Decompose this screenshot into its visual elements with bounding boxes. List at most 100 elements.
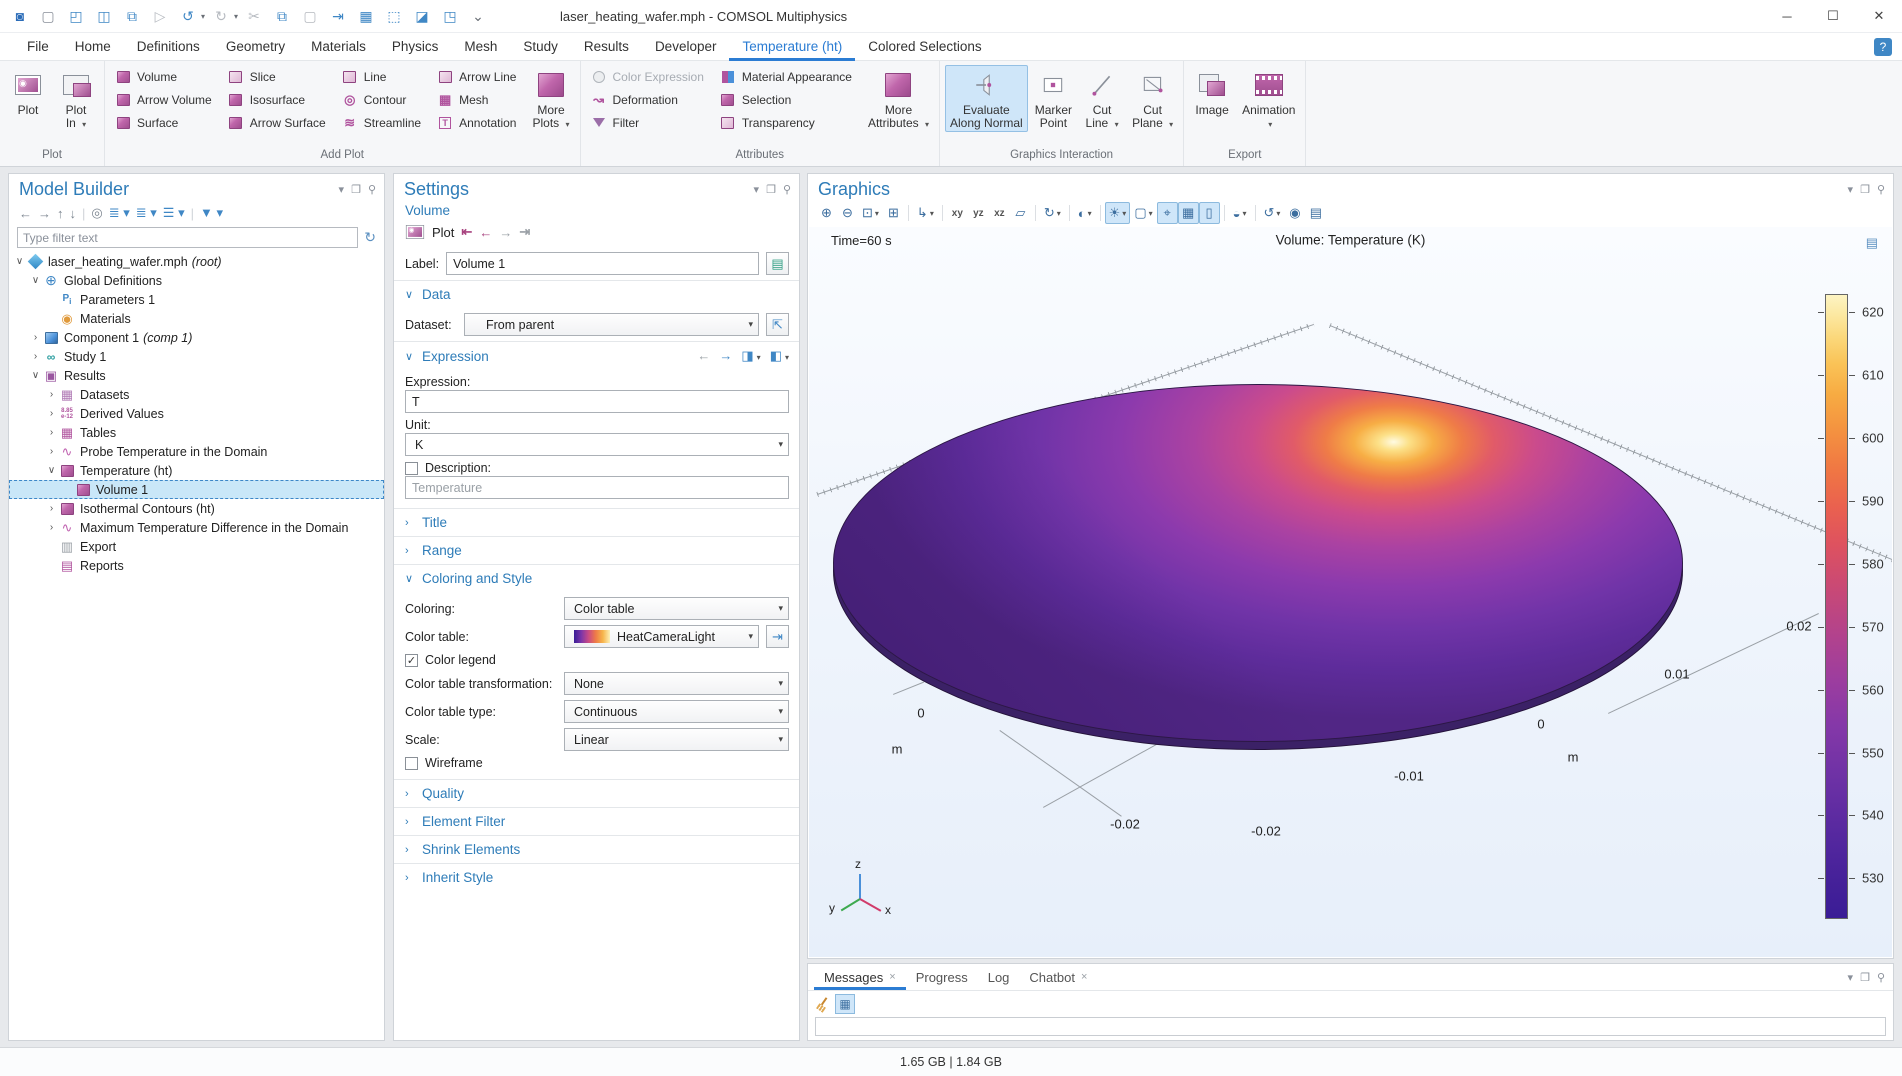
ribbon-button-arrow-volume[interactable]: Arrow Volume — [110, 88, 221, 111]
expander-icon[interactable]: › — [45, 522, 58, 533]
tree-item-materials[interactable]: ◉Materials — [9, 309, 384, 328]
ribbon-tab-developer[interactable]: Developer — [642, 33, 730, 61]
paste-icon[interactable]: ▢ — [298, 4, 322, 28]
ribbon-button-transparency[interactable]: Transparency — [715, 111, 861, 134]
collapse-all-icon[interactable]: ≣ ▾ — [136, 205, 157, 221]
last-solution-icon[interactable]: ⇥ — [519, 224, 530, 240]
ribbon-button-cut-plane[interactable]: CutPlane ▾ — [1127, 65, 1178, 133]
cut-icon[interactable]: ✂ — [242, 4, 266, 28]
ribbon-tab-file[interactable]: File — [14, 33, 62, 61]
ribbon-tab-physics[interactable]: Physics — [379, 33, 452, 61]
maximize-button[interactable]: ☐ — [1810, 0, 1856, 32]
panel-menu-icon[interactable]: ▾ — [754, 183, 760, 196]
ribbon-button-streamline[interactable]: ≋Streamline — [337, 111, 430, 134]
ribbon-button-selection[interactable]: Selection — [715, 88, 861, 111]
snapshot-icon[interactable]: ◉ — [1284, 202, 1305, 224]
tree-item-maximum-temperature-difference-in-the-domain[interactable]: ›∿Maximum Temperature Difference in the … — [9, 518, 384, 537]
ribbon-tab-materials[interactable]: Materials — [298, 33, 379, 61]
plot-context-icon[interactable]: ▤ — [1866, 235, 1878, 251]
tree-item-global-definitions[interactable]: ∨⊕Global Definitions — [9, 271, 384, 290]
add-color-table-button[interactable]: ⇥ — [766, 625, 789, 648]
ribbon-tab-results[interactable]: Results — [571, 33, 642, 61]
expression-input[interactable]: T — [405, 390, 789, 413]
ribbon-button-deformation[interactable]: ↝Deformation — [586, 88, 713, 111]
show-icon[interactable]: ◎ — [91, 205, 102, 221]
section-expression[interactable]: ∨Expression ← → ◨▾ ◧▾ — [394, 342, 799, 370]
float-panel-icon[interactable]: ❐ — [766, 183, 776, 196]
ribbon-button-material-appearance[interactable]: Material Appearance — [715, 65, 861, 88]
plot-button[interactable]: Plot — [432, 225, 454, 240]
go-to-default-view-icon[interactable]: ↳▾ — [913, 202, 938, 224]
projection-icon[interactable]: ▱ — [1010, 202, 1031, 224]
insert-expression-icon[interactable]: ◧▾ — [770, 348, 789, 364]
ribbon-button-volume[interactable]: Volume — [110, 65, 221, 88]
panel-menu-icon[interactable]: ▾ — [1848, 971, 1854, 984]
section-quality[interactable]: ›Quality — [394, 780, 799, 807]
tree-item-probe-temperature-in-the-domain[interactable]: ›∿Probe Temperature in the Domain — [9, 442, 384, 461]
ribbon-button-arrow-surface[interactable]: Arrow Surface — [223, 111, 335, 134]
ribbon-button-annotation[interactable]: TAnnotation — [432, 111, 525, 134]
scene-light-icon[interactable]: ☀▾ — [1105, 202, 1131, 224]
ribbon-button-isosurface[interactable]: Isosurface — [223, 88, 335, 111]
description-checkbox[interactable] — [405, 462, 418, 475]
open-file-icon[interactable]: ◰ — [64, 4, 88, 28]
tree-item-volume-1[interactable]: Volume 1 — [9, 480, 384, 499]
back-icon[interactable]: ← — [19, 206, 32, 221]
tab-log[interactable]: Log — [978, 964, 1020, 990]
close-button[interactable]: ✕ — [1856, 0, 1902, 32]
tree-item-tables[interactable]: ›▦Tables — [9, 423, 384, 442]
pin-panel-icon[interactable]: ⚲ — [1877, 971, 1885, 984]
ribbon-button-marker-point[interactable]: MarkerPoint — [1030, 65, 1077, 132]
ribbon-button-plot-in[interactable]: PlotIn ▾ — [53, 65, 99, 133]
expander-icon[interactable]: ∨ — [29, 275, 42, 286]
dataset-select[interactable]: From parent — [464, 313, 759, 336]
show-grid-icon[interactable]: ▦ — [1178, 202, 1199, 224]
replace-expression-icon[interactable]: ◨▾ — [741, 348, 760, 364]
ribbon-button-more-plots[interactable]: MorePlots ▾ — [527, 65, 574, 133]
ribbon-button-arrow-line[interactable]: Arrow Line — [432, 65, 525, 88]
expander-icon[interactable]: › — [45, 389, 58, 400]
new-file-icon[interactable]: ▢ — [36, 4, 60, 28]
previous-solution-icon[interactable]: ← — [479, 225, 492, 240]
pin-panel-icon[interactable]: ⚲ — [368, 183, 376, 196]
view-xz-icon[interactable]: xz — [989, 202, 1010, 224]
save-as-icon[interactable]: ⧉ — [120, 4, 144, 28]
go-to-source-button[interactable]: ⇱ — [766, 313, 789, 336]
ribbon-tab-home[interactable]: Home — [62, 33, 124, 61]
undo-caret-icon[interactable]: ▾ — [201, 12, 205, 21]
ribbon-button-contour[interactable]: ◎Contour — [337, 88, 430, 111]
expander-icon[interactable]: › — [45, 503, 58, 514]
color-table-transformation-select[interactable]: None — [564, 672, 789, 695]
section-data[interactable]: ∨Data — [394, 281, 799, 308]
float-panel-icon[interactable]: ❐ — [1860, 971, 1870, 984]
ribbon-button-slice[interactable]: Slice — [223, 65, 335, 88]
copy-icon[interactable]: ⧉ — [270, 4, 294, 28]
ribbon-button-cut-line[interactable]: CutLine ▾ — [1079, 65, 1125, 133]
float-panel-icon[interactable]: ❐ — [1860, 183, 1870, 196]
select-box-icon[interactable]: ⬚ — [382, 4, 406, 28]
table-toggle-icon[interactable]: ▦ — [835, 994, 855, 1014]
minimize-button[interactable]: ─ — [1764, 0, 1810, 32]
tab-messages[interactable]: Messages× — [814, 964, 906, 990]
tree-item-temperature-ht-[interactable]: ∨Temperature (ht) — [9, 461, 384, 480]
tree-item-isothermal-contours-ht-[interactable]: ›Isothermal Contours (ht) — [9, 499, 384, 518]
help-icon[interactable]: ? — [1874, 38, 1892, 56]
expander-icon[interactable]: ∨ — [45, 465, 58, 476]
expander-icon[interactable]: ∨ — [29, 370, 42, 381]
save-icon[interactable]: ◫ — [92, 4, 116, 28]
ribbon-tab-geometry[interactable]: Geometry — [213, 33, 298, 61]
tree-item-parameters-1[interactable]: PiParameters 1 — [9, 290, 384, 309]
zoom-box-icon[interactable]: ⊡▾ — [858, 202, 883, 224]
color-table-select[interactable]: HeatCameraLight — [564, 625, 759, 648]
move-down-icon[interactable]: ↓ — [70, 206, 77, 221]
rotate-view-icon[interactable]: ↻▾ — [1040, 202, 1065, 224]
color-theme-icon[interactable]: ◒▾ — [1229, 202, 1251, 224]
prev-expression-icon[interactable]: ← — [697, 348, 710, 364]
refresh-icon[interactable]: ↻ — [364, 229, 376, 246]
section-inherit-style[interactable]: ›Inherit Style — [394, 864, 799, 891]
forward-icon[interactable]: ▷ — [148, 4, 172, 28]
view-xy-icon[interactable]: xy — [947, 202, 968, 224]
zoom-in-icon[interactable]: ⊕ — [816, 202, 837, 224]
redo-icon[interactable]: ↻ — [209, 4, 233, 28]
ribbon-tab-definitions[interactable]: Definitions — [124, 33, 213, 61]
